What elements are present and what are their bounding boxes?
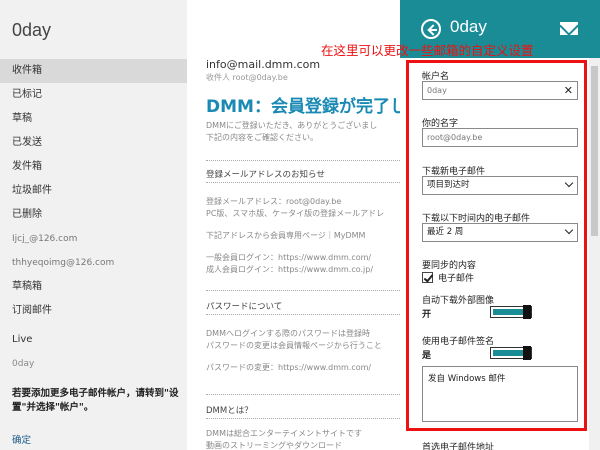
message-divider: [206, 160, 400, 161]
message-line: パスワードの変更は会員情報ページから行うこと: [206, 341, 382, 350]
folder-item-deleted[interactable]: 已删除: [0, 203, 187, 227]
folder-item-subscriptions[interactable]: 订阅邮件: [0, 299, 187, 323]
folder-item-drafts[interactable]: 草稿: [0, 107, 187, 131]
mail-icon: [560, 22, 578, 35]
folder-item-account-1[interactable]: Ijcj_@126.com: [0, 227, 187, 251]
message-line: 動画のストリーミングやダウンロード: [206, 441, 342, 450]
message-line[interactable]: 一般会員ログイン：https://www.dmm.com/: [206, 252, 371, 263]
message-divider: [206, 418, 400, 419]
preferred-address-label: 首选电子邮件地址: [422, 443, 495, 450]
message-divider: [206, 394, 400, 395]
folder-item-junk[interactable]: 垃圾邮件: [0, 179, 187, 203]
message-line: PC版、スマホ版、ケータイ版の登録メールアドレ: [206, 209, 385, 218]
message-line: DMMにご登録いただき、ありがとうございまし: [206, 121, 378, 130]
message-subject: DMM：会員登録が完了し: [206, 97, 400, 117]
settings-title: 0day: [450, 17, 487, 36]
message-line: DMMは総合エンターテイメントサイトです: [206, 429, 362, 438]
folder-item-account-2[interactable]: thhyeqoimg@126.com: [0, 251, 187, 275]
message-divider: [206, 314, 400, 315]
message-line[interactable]: パスワードの変更：https://www.dmm.com/: [206, 362, 371, 373]
folder-item-outbox[interactable]: 发件箱: [0, 155, 187, 179]
back-arrow-icon[interactable]: [421, 19, 441, 39]
account-item-0day[interactable]: 0day: [0, 352, 187, 376]
account-list: Live 0day: [0, 328, 187, 376]
message-pane: info@mail.dmm.com 收件人 root@0day.be DMM：会…: [187, 0, 400, 450]
ok-link[interactable]: 确定: [12, 432, 31, 446]
folder-item-draft-box[interactable]: 草稿箱: [0, 275, 187, 299]
message-section-heading: パスワードについて: [206, 302, 283, 312]
folder-list: 收件箱 已标记 草稿 已发送 发件箱 垃圾邮件 已删除 Ijcj_@126.co…: [0, 59, 187, 323]
message-sender: info@mail.dmm.com: [206, 58, 321, 71]
message-line: 登録メールアドレス：root@0day.be: [206, 197, 342, 206]
folder-item-flagged[interactable]: 已标记: [0, 83, 187, 107]
message-line: DMMへログインする際のパスワードは登録時: [206, 329, 370, 338]
account-item-live[interactable]: Live: [0, 328, 187, 352]
folder-pane: 0day 收件箱 已标记 草稿 已发送 发件箱 垃圾邮件 已删除 Ijcj_@1…: [0, 0, 187, 450]
folder-item-sent[interactable]: 已发送: [0, 131, 187, 155]
message-section-heading: DMMとは？: [206, 406, 253, 416]
annotation-text: 在这里可以更改一些邮箱的自定义设置: [321, 43, 534, 58]
message-divider: [206, 182, 400, 183]
message-recipient: 收件人 root@0day.be: [206, 73, 288, 82]
message-line: 下記の内容をご確認ください。: [206, 133, 318, 142]
add-account-hint: 若要添加更多电子邮件帐户，请转到"设置"并选择"帐户"。: [12, 388, 179, 413]
message-section-heading: 登録メールアドレスのお知らせ: [206, 170, 325, 180]
account-settings-panel: 0day 帐户名 0day ✕ 你的名字 root@0day.be 下载新电子邮…: [400, 0, 600, 450]
folder-item-inbox[interactable]: 收件箱: [0, 59, 187, 83]
scrollbar[interactable]: [589, 58, 600, 450]
account-title: 0day: [12, 20, 52, 40]
message-line: 下記アドレスから会員専用ページ｜MyDMM: [206, 231, 366, 240]
highlight-box: [406, 60, 587, 431]
message-divider: [206, 290, 400, 291]
scrollbar-thumb[interactable]: [591, 66, 598, 236]
message-line[interactable]: 成人会員ログイン：https://www.dmm.co.jp/: [206, 264, 373, 275]
